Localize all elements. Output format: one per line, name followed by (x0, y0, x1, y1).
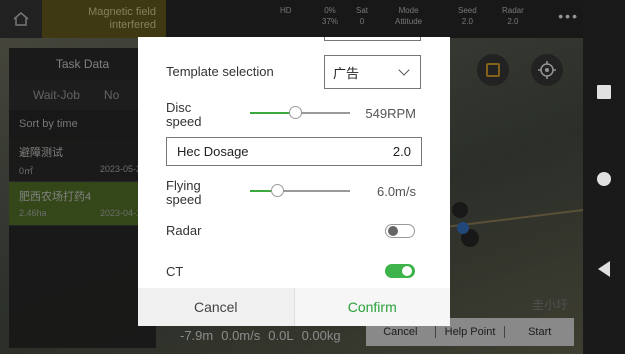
slider-thumb[interactable] (289, 106, 302, 119)
flying-speed-slider[interactable] (250, 184, 350, 198)
slider-thumb[interactable] (271, 184, 284, 197)
template-dialog: Template selection 广告 Disc speed 549RPM … (138, 37, 450, 326)
ct-toggle-label: CT (166, 264, 184, 279)
ct-toggle[interactable] (385, 264, 415, 278)
template-select[interactable]: 广告 (324, 55, 421, 89)
system-nav-bar (583, 0, 625, 354)
dialog-body[interactable]: Template selection 广告 Disc speed 549RPM … (138, 37, 450, 288)
home-nav-icon[interactable] (597, 172, 611, 186)
cancel-button[interactable]: Cancel (138, 288, 295, 326)
chevron-down-icon (398, 64, 410, 76)
hec-dosage-field[interactable]: Hec Dosage 2.0 (166, 137, 422, 166)
disc-speed-value: 549RPM (365, 106, 416, 121)
disc-speed-slider[interactable] (250, 106, 350, 120)
dosage-value: 2.0 (392, 144, 411, 159)
toggle-knob (388, 226, 398, 236)
recent-apps-icon[interactable] (597, 85, 611, 99)
previous-field-edge (324, 37, 421, 41)
flying-speed-label: Flying speed (166, 178, 202, 207)
flying-speed-value: 6.0m/s (376, 184, 416, 199)
dosage-label: Hec Dosage (177, 144, 249, 159)
radar-toggle-label: Radar (166, 223, 202, 238)
dialog-footer: Cancel Confirm (138, 288, 450, 326)
template-label: Template selection (166, 64, 274, 79)
disc-speed-label: Disc speed (166, 100, 202, 129)
radar-toggle[interactable] (385, 224, 415, 238)
template-value: 广告 (333, 65, 360, 81)
app-background: Magnetic field interfered HD 0% 37% Sat 0… (0, 0, 583, 354)
confirm-button[interactable]: Confirm (294, 288, 450, 326)
toggle-knob (402, 266, 412, 276)
back-icon[interactable] (598, 261, 610, 277)
